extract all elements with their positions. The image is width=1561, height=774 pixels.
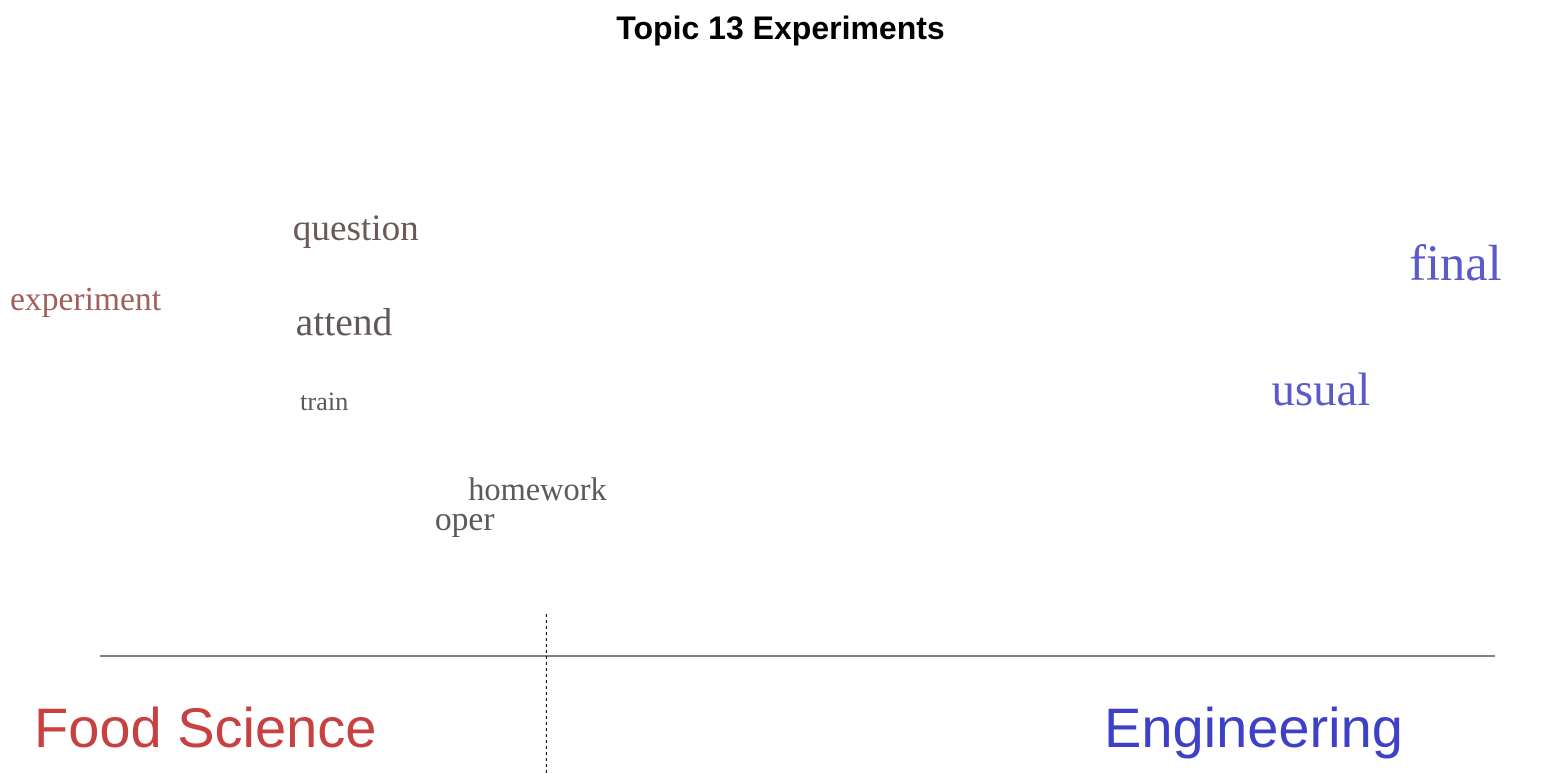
chart-area: Topic 13 Experiments question experiment a… — [0, 0, 1561, 774]
word-scatter-plot: questionexperimentattendtrainhomeworkope… — [10, 208, 1502, 774]
word-oper: oper — [435, 501, 495, 538]
word-final: final — [1409, 235, 1501, 291]
word-question: question — [293, 208, 419, 249]
word-attend: attend — [296, 300, 393, 344]
pole-label-right: Engineering — [1104, 696, 1403, 759]
word-train: train — [300, 386, 348, 416]
word-usual: usual — [1272, 364, 1371, 416]
pole-label-left: Food Science — [34, 696, 377, 759]
word-experiment: experiment — [10, 281, 162, 318]
words-layer: questionexperimentattendtrainhomeworkope… — [10, 208, 1502, 538]
